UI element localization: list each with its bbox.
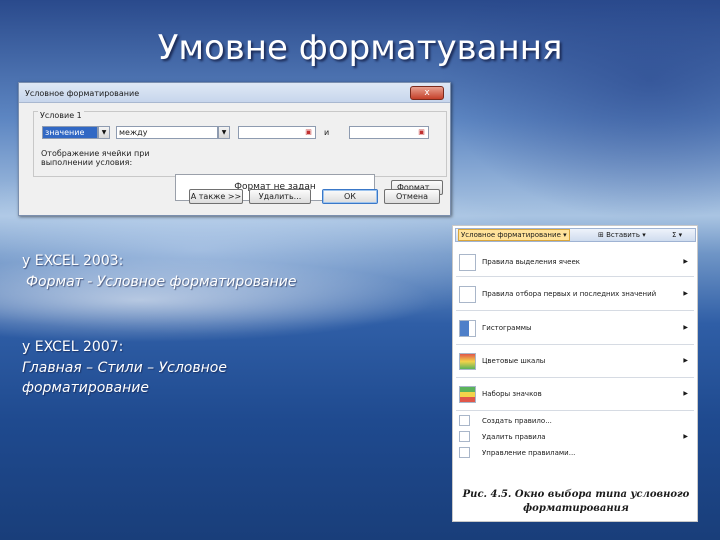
menu-item[interactable]: Создать правило... xyxy=(456,414,694,428)
menu-item[interactable]: Удалить правила ▶ xyxy=(456,430,694,444)
dialog-title: Условное форматирование xyxy=(25,89,140,98)
menu-item[interactable]: Цветовые шкалы ▶ xyxy=(456,351,694,373)
condition-type-select[interactable]: значение xyxy=(42,126,98,139)
menu-item-label: Правила выделения ячеек xyxy=(482,258,580,266)
excel2007-path-line1-text: Главная – Стили – Условное xyxy=(22,360,227,376)
excel2007-heading: у EXCEL 2007: xyxy=(22,339,124,355)
submenu-arrow-icon: ▶ xyxy=(683,433,688,440)
menu-item[interactable]: Правила отбора первых и последних значен… xyxy=(456,284,694,306)
conditional-formatting-ribbon-button[interactable]: Условное форматирование ▾ xyxy=(458,229,570,241)
menu-item-label: Наборы значков xyxy=(482,390,542,398)
excel2007-menu-figure: Условное форматирование ▾ ⊞ Вставить ▾ Σ… xyxy=(452,225,698,522)
menu-item-label: Управление правилами... xyxy=(482,449,576,457)
menu-separator xyxy=(456,344,694,345)
sum-icon[interactable]: Σ ▾ xyxy=(672,231,682,240)
menu-item[interactable]: Наборы значков ▶ xyxy=(456,384,694,406)
excel2003-path-text: Формат - Условное форматирование xyxy=(26,274,297,290)
highlight-rules-icon xyxy=(459,254,476,271)
submenu-arrow-icon: ▶ xyxy=(683,258,688,265)
menu-item-label: Цветовые шкалы xyxy=(482,357,546,365)
menu-item[interactable]: Правила выделения ячеек ▶ xyxy=(456,252,694,274)
figure-caption: Рис. 4.5. Окно выбора типа условного фор… xyxy=(453,488,699,516)
condition-group-label: Условие 1 xyxy=(38,111,84,120)
icon-sets-icon xyxy=(459,386,476,403)
data-bars-icon xyxy=(459,320,476,337)
submenu-arrow-icon: ▶ xyxy=(683,357,688,364)
insert-ribbon-button[interactable]: ⊞ Вставить ▾ xyxy=(598,231,646,240)
ribbon-strip: Условное форматирование ▾ ⊞ Вставить ▾ Σ… xyxy=(455,228,696,242)
caption-line-2: форматирования xyxy=(523,503,629,514)
slide-title: Умовне форматування xyxy=(157,28,563,68)
caption-line-1: Рис. 4.5. Окно выбора типа условного xyxy=(462,489,690,500)
submenu-arrow-icon: ▶ xyxy=(683,390,688,397)
excel2007-path-line2: форматирование xyxy=(22,379,149,398)
excel2003-heading: у EXCEL 2003: xyxy=(22,253,124,269)
ribbon-button-label: Условное форматирование xyxy=(461,231,561,239)
excel2003-path: Формат - Условное форматирование xyxy=(26,273,297,292)
menu-item-label: Создать правило... xyxy=(482,417,552,425)
dialog-close-button[interactable]: x xyxy=(410,86,444,100)
preview-label: Отображение ячейки при выполнении услови… xyxy=(41,149,150,167)
top-bottom-rules-icon xyxy=(459,286,476,303)
value-2-range-picker-icon[interactable]: ▣ xyxy=(415,127,428,138)
condition-type-dropdown-icon[interactable]: ▼ xyxy=(98,126,110,139)
delete-button[interactable]: Удалить... xyxy=(249,189,311,204)
submenu-arrow-icon: ▶ xyxy=(683,290,688,297)
clear-rules-icon xyxy=(459,431,470,442)
and-label: и xyxy=(324,128,330,137)
menu-item[interactable]: Гистограммы ▶ xyxy=(456,318,694,340)
operator-dropdown-icon[interactable]: ▼ xyxy=(218,126,230,139)
menu-separator xyxy=(456,377,694,378)
also-button[interactable]: А также >> xyxy=(189,189,243,204)
menu-item-label: Удалить правила xyxy=(482,433,546,441)
menu-item-label: Гистограммы xyxy=(482,324,532,332)
menu-item-label: Правила отбора первых и последних значен… xyxy=(482,290,657,298)
insert-button-label: Вставить xyxy=(606,231,640,239)
condition-group: Условие 1 значение ▼ между ▼ ▣ и ▣ Форма… xyxy=(33,111,447,201)
submenu-arrow-icon: ▶ xyxy=(683,324,688,331)
menu-separator xyxy=(456,310,694,311)
operator-select[interactable]: между xyxy=(116,126,218,139)
excel2007-path-line1: Главная – Стили – Условное xyxy=(22,359,227,378)
new-rule-icon xyxy=(459,415,470,426)
excel2007-path-line2-text: форматирование xyxy=(22,380,149,396)
dialog-titlebar: Условное форматирование x xyxy=(19,83,450,103)
value-1-range-picker-icon[interactable]: ▣ xyxy=(302,127,315,138)
menu-separator xyxy=(456,410,694,411)
conditional-formatting-dialog: Условное форматирование x Условие 1 знач… xyxy=(18,82,451,216)
color-scales-icon xyxy=(459,353,476,370)
cancel-button[interactable]: Отмена xyxy=(384,189,440,204)
manage-rules-icon xyxy=(459,447,470,458)
menu-item[interactable]: Управление правилами... xyxy=(456,446,694,460)
ok-button[interactable]: ОК xyxy=(322,189,378,204)
menu-separator xyxy=(456,276,694,277)
